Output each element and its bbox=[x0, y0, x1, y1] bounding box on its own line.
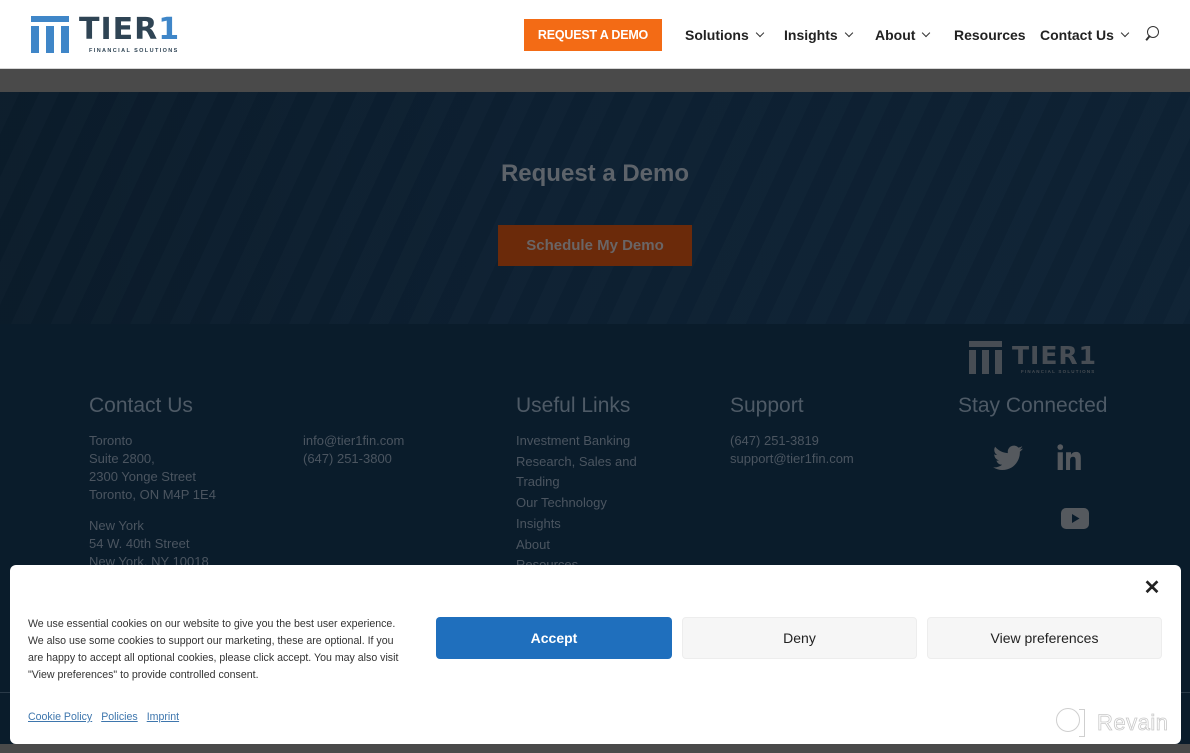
imprint-link[interactable]: Imprint bbox=[147, 711, 179, 723]
support-details: (647) 251-3819 support@tier1fin.com bbox=[730, 432, 854, 468]
support-heading: Support bbox=[730, 394, 804, 417]
footer-link-about[interactable]: About bbox=[516, 535, 637, 556]
nav-label: Insights bbox=[784, 27, 838, 43]
request-demo-section: Request a Demo Schedule My Demo bbox=[0, 92, 1190, 324]
contact-phone-link[interactable]: (647) 251-3800 bbox=[303, 450, 404, 468]
nav-about[interactable]: About bbox=[875, 25, 931, 45]
revain-watermark: Revain bbox=[1055, 706, 1168, 740]
logo-mark-icon bbox=[31, 16, 69, 53]
nav-solutions[interactable]: Solutions bbox=[685, 25, 765, 45]
cookie-policy-links: Cookie Policy Policies Imprint bbox=[28, 711, 179, 723]
revain-label: Revain bbox=[1097, 710, 1169, 736]
chevron-down-icon bbox=[922, 28, 931, 38]
support-phone-link[interactable]: (647) 251-3819 bbox=[730, 432, 854, 450]
linkedin-icon[interactable] bbox=[1057, 444, 1081, 470]
close-icon[interactable]: ✕ bbox=[1143, 578, 1161, 598]
nav-label: Solutions bbox=[685, 27, 749, 43]
youtube-icon[interactable] bbox=[1061, 508, 1089, 529]
footer-link-research-sales[interactable]: Research, Sales and bbox=[516, 452, 637, 473]
useful-links-list: Investment Banking Research, Sales and T… bbox=[516, 431, 637, 576]
logo-subtitle: FINANCIAL SOLUTIONS bbox=[89, 48, 179, 54]
policies-link[interactable]: Policies bbox=[101, 711, 138, 723]
accept-cookies-button[interactable]: Accept bbox=[436, 617, 672, 659]
footer-link-insights[interactable]: Insights bbox=[516, 514, 637, 535]
nav-insights[interactable]: Insights bbox=[784, 25, 853, 45]
footer-logo[interactable]: TIER1 FINANCIAL SOLUTIONS bbox=[969, 341, 1104, 375]
logo-wordmark: TIER1 bbox=[79, 12, 181, 47]
bottom-strip bbox=[0, 744, 1190, 753]
chevron-down-icon bbox=[1120, 28, 1130, 38]
stay-connected-heading: Stay Connected bbox=[958, 394, 1108, 417]
cookie-policy-link[interactable]: Cookie Policy bbox=[28, 711, 92, 723]
deny-cookies-button[interactable]: Deny bbox=[682, 617, 917, 659]
logo-mark-icon bbox=[969, 341, 1002, 374]
twitter-icon[interactable] bbox=[993, 445, 1023, 471]
tier1-logo[interactable]: TIER1 FINANCIAL SOLUTIONS bbox=[31, 12, 181, 55]
toronto-address: Toronto Suite 2800, 2300 Yonge Street To… bbox=[89, 433, 216, 502]
nav-label: Resources bbox=[954, 27, 1026, 43]
footer-link-our-technology[interactable]: Our Technology bbox=[516, 493, 637, 514]
request-demo-button[interactable]: REQUEST A DEMO bbox=[524, 19, 662, 51]
view-preferences-button[interactable]: View preferences bbox=[927, 617, 1162, 659]
chevron-down-icon bbox=[844, 28, 853, 38]
demo-title: Request a Demo bbox=[500, 160, 690, 187]
footer-link-trading[interactable]: Trading bbox=[516, 472, 637, 493]
site-header: TIER1 FINANCIAL SOLUTIONS REQUEST A DEMO… bbox=[0, 0, 1190, 69]
revain-logo-icon bbox=[1055, 707, 1087, 739]
useful-links-heading: Useful Links bbox=[516, 394, 631, 417]
chevron-down-icon bbox=[755, 28, 765, 38]
search-icon[interactable] bbox=[1144, 26, 1161, 43]
nav-resources[interactable]: Resources bbox=[954, 25, 1026, 45]
footer-logo-subtitle: FINANCIAL SOLUTIONS bbox=[1021, 369, 1096, 374]
cookie-consent-banner: ✕ We use essential cookies on our websit… bbox=[10, 565, 1181, 744]
contact-details: info@tier1fin.com (647) 251-3800 bbox=[303, 432, 404, 468]
footer-link-investment-banking[interactable]: Investment Banking bbox=[516, 431, 637, 452]
cookie-message: We use essential cookies on our website … bbox=[28, 618, 399, 681]
contact-email-link[interactable]: info@tier1fin.com bbox=[303, 432, 404, 450]
support-email-link[interactable]: support@tier1fin.com bbox=[730, 450, 854, 468]
nav-contact-us[interactable]: Contact Us bbox=[1040, 25, 1130, 45]
schedule-demo-button[interactable]: Schedule My Demo bbox=[498, 225, 692, 266]
new-york-address: New York 54 W. 40th Street New York, NY … bbox=[89, 518, 209, 569]
contact-heading: Contact Us bbox=[89, 394, 193, 417]
footer-logo-wordmark: TIER1 bbox=[1012, 341, 1098, 370]
nav-label: Contact Us bbox=[1040, 27, 1114, 43]
nav-label: About bbox=[875, 27, 916, 43]
header-shadow-band bbox=[0, 69, 1190, 92]
